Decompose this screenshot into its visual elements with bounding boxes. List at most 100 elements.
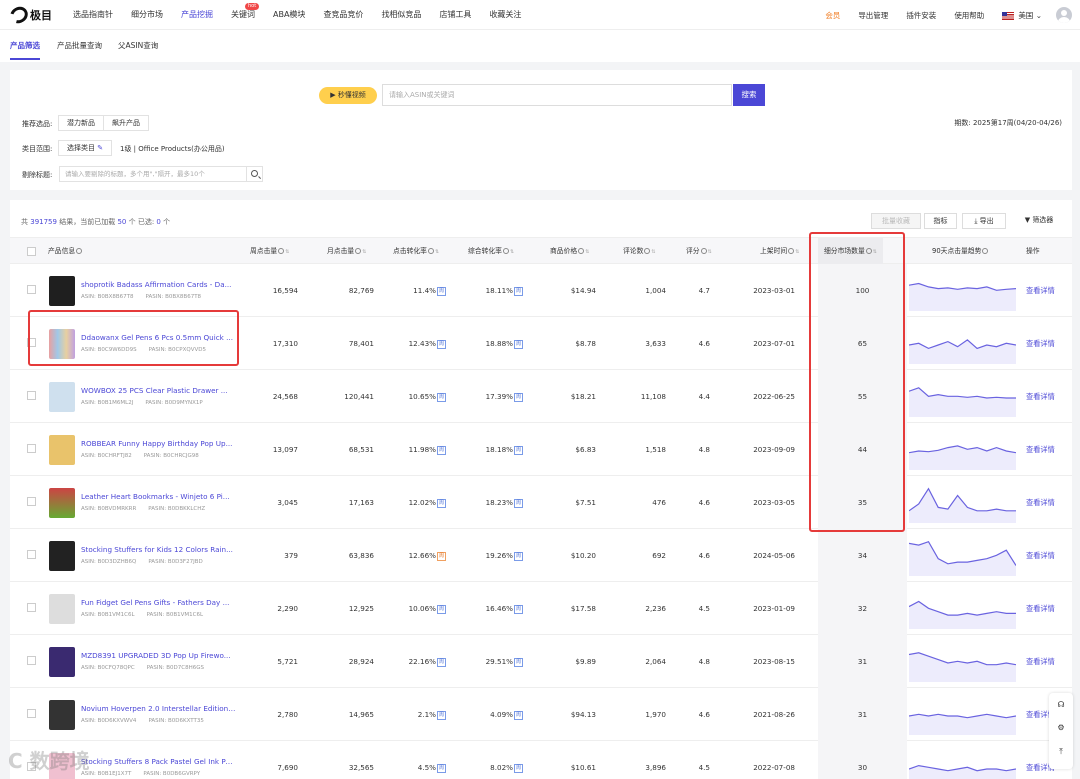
tab-product-filter[interactable]: 产品筛选 — [10, 30, 40, 60]
help-icon[interactable] — [982, 248, 989, 254]
nav-item[interactable]: 找相似竞品 — [381, 0, 421, 30]
sort-icon[interactable]: ⇅ — [362, 249, 366, 255]
nav-item[interactable]: 收藏关注 — [489, 0, 521, 30]
help-icon[interactable] — [788, 248, 795, 254]
export-button[interactable]: ⤓ 导出 — [962, 213, 1006, 229]
sort-icon[interactable]: ⇅ — [585, 249, 589, 255]
row-checkbox[interactable] — [27, 603, 36, 612]
help-link[interactable]: 使用帮助 — [954, 10, 984, 21]
nav-item[interactable]: 店铺工具 — [439, 0, 471, 30]
tab-batch-query[interactable]: 产品批量查询 — [57, 30, 102, 62]
view-detail-link[interactable]: 查看详情 — [1026, 476, 1055, 529]
product-title[interactable]: ROBBEAR Funny Happy Birthday Pop Up... — [81, 439, 237, 448]
row-checkbox[interactable] — [27, 656, 36, 665]
back-to-top-icon[interactable]: ⤒ — [1056, 747, 1066, 757]
row-checkbox[interactable] — [27, 444, 36, 453]
product-thumbnail[interactable] — [49, 700, 75, 730]
user-avatar[interactable] — [1056, 7, 1072, 23]
product-title[interactable]: Leather Heart Bookmarks - Winjeto 6 Pi..… — [81, 492, 237, 501]
video-tutorial-button[interactable]: ▶ 秒懂视频 — [319, 87, 377, 104]
help-icon[interactable] — [865, 248, 872, 254]
country-selector[interactable]: 美国 ⌄ — [1002, 10, 1042, 21]
view-detail-link[interactable]: 查看详情 — [1026, 582, 1055, 635]
sort-icon[interactable]: ⇅ — [873, 249, 877, 255]
select-all-checkbox[interactable] — [27, 247, 36, 256]
search-input[interactable]: 请输入ASIN或关键词 — [382, 84, 732, 106]
view-detail-link[interactable]: 查看详情 — [1026, 635, 1055, 688]
sort-icon[interactable]: ⇅ — [285, 249, 289, 255]
column-header[interactable]: 周点击量 ⇅ — [250, 238, 289, 265]
view-detail-link[interactable]: 查看详情 — [1026, 264, 1055, 317]
nav-item[interactable]: 选品指南针 — [73, 0, 113, 30]
filter-button[interactable]: ▼ 筛选器 — [1014, 213, 1064, 229]
product-thumbnail[interactable] — [49, 382, 75, 412]
help-icon[interactable] — [578, 248, 585, 254]
row-checkbox[interactable] — [27, 497, 36, 506]
row-checkbox[interactable] — [27, 709, 36, 718]
plugin-install-link[interactable]: 插件安装 — [906, 10, 936, 21]
column-header[interactable]: 点击转化率 ⇅ — [393, 238, 439, 265]
column-header[interactable]: 商品价格 ⇅ — [550, 238, 589, 265]
product-thumbnail[interactable] — [49, 541, 75, 571]
row-checkbox[interactable] — [27, 391, 36, 400]
product-title[interactable]: MZD8391 UPGRADED 3D Pop Up Firewo... — [81, 651, 237, 660]
headset-icon[interactable]: ☊ — [1056, 700, 1066, 710]
nav-item[interactable]: 关键词 hot — [231, 0, 260, 30]
surging-products-button[interactable]: 飙升产品 — [103, 115, 149, 131]
nav-item[interactable]: 细分市场 — [131, 0, 163, 30]
exclude-search-button[interactable] — [247, 166, 263, 182]
help-icon[interactable] — [76, 248, 83, 254]
column-header[interactable]: 综合转化率 ⇅ — [468, 238, 514, 265]
product-thumbnail[interactable] — [49, 329, 75, 359]
nav-item[interactable]: 查竞品竞价 — [323, 0, 363, 30]
product-title[interactable]: Novium Hoverpen 2.0 Interstellar Edition… — [81, 704, 237, 713]
product-thumbnail[interactable] — [49, 594, 75, 624]
product-thumbnail[interactable] — [49, 276, 75, 306]
search-button[interactable]: 搜索 — [733, 84, 765, 106]
settings-icon[interactable]: ⚙ — [1056, 723, 1066, 733]
column-header[interactable]: 细分市场数量 ⇅ — [818, 238, 883, 265]
row-checkbox[interactable] — [27, 338, 36, 347]
product-title[interactable]: shoprotik Badass Affirmation Cards - Da.… — [81, 280, 237, 289]
nav-item[interactable]: 产品挖掘 — [181, 0, 213, 30]
sort-icon[interactable]: ⇅ — [435, 249, 439, 255]
help-icon[interactable] — [502, 248, 509, 254]
sort-icon[interactable]: ⇅ — [708, 249, 712, 255]
product-title[interactable]: Ddaowanx Gel Pens 6 Pcs 0.5mm Quick ... — [81, 333, 237, 342]
help-icon[interactable] — [700, 248, 707, 254]
column-header[interactable]: 评分 ⇅ — [686, 238, 712, 265]
help-icon[interactable] — [644, 248, 651, 254]
exclude-title-input[interactable]: 请输入要剔除的标题，多个用","隔开，最多10个 — [59, 166, 247, 182]
product-thumbnail[interactable] — [49, 488, 75, 518]
help-icon[interactable] — [355, 248, 362, 254]
app-logo[interactable]: 极目 — [7, 3, 52, 27]
row-checkbox[interactable] — [27, 285, 36, 294]
help-icon[interactable] — [278, 248, 285, 254]
view-detail-link[interactable]: 查看详情 — [1026, 317, 1055, 370]
view-detail-link[interactable]: 查看详情 — [1026, 370, 1055, 423]
help-icon[interactable] — [427, 248, 434, 254]
batch-favorite-button[interactable]: 批量收藏 — [871, 213, 921, 229]
column-header[interactable]: 月点击量 ⇅ — [327, 238, 366, 265]
product-title[interactable]: Fun Fidget Gel Pens Gifts - Fathers Day … — [81, 598, 237, 607]
sort-icon[interactable]: ⇅ — [510, 249, 514, 255]
product-title[interactable]: Stocking Stuffers 8 Pack Pastel Gel Ink … — [81, 757, 237, 766]
view-detail-link[interactable]: 查看详情 — [1026, 529, 1055, 582]
metrics-button[interactable]: 指标 — [924, 213, 957, 229]
potential-new-button[interactable]: 潜力新品 — [58, 115, 104, 131]
tab-parent-asin[interactable]: 父ASIN查询 — [118, 30, 158, 62]
product-title[interactable]: WOWBOX 25 PCS Clear Plastic Drawer ... — [81, 386, 237, 395]
view-detail-link[interactable]: 查看详情 — [1026, 423, 1055, 476]
vip-link[interactable]: 会员 — [825, 10, 840, 21]
product-title[interactable]: Stocking Stuffers for Kids 12 Colors Rai… — [81, 545, 237, 554]
sort-icon[interactable]: ⇅ — [795, 249, 799, 255]
column-header[interactable]: 评论数 ⇅ — [623, 238, 656, 265]
row-checkbox[interactable] — [27, 550, 36, 559]
export-manage-link[interactable]: 导出管理 — [858, 10, 888, 21]
column-header[interactable]: 上架时间 ⇅ — [760, 238, 799, 265]
product-thumbnail[interactable] — [49, 647, 75, 677]
nav-item[interactable]: ABA模块 — [273, 0, 305, 30]
sort-icon[interactable]: ⇅ — [651, 249, 655, 255]
product-thumbnail[interactable] — [49, 435, 75, 465]
select-category-button[interactable]: 选择类目 ✎ — [58, 140, 113, 156]
